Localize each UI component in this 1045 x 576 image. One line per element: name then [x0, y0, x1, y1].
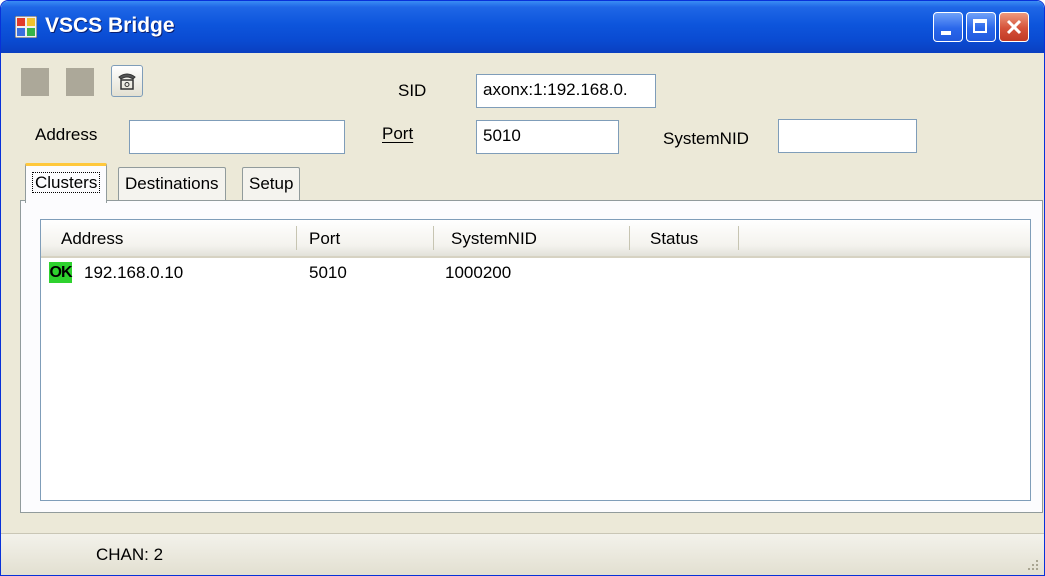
tab-clusters-label: Clusters	[32, 172, 101, 193]
column-divider[interactable]	[629, 226, 630, 250]
clusters-tab-panel: Address Port SystemNID Status OK 192.168…	[20, 200, 1043, 513]
cell-systemnid: 1000200	[445, 263, 512, 282]
port-label: Port	[382, 124, 414, 143]
sid-label: SID	[398, 81, 427, 100]
tab-setup-label: Setup	[249, 174, 294, 193]
column-divider[interactable]	[296, 226, 297, 250]
phone-icon	[118, 73, 136, 90]
tab-setup[interactable]: Setup	[242, 167, 301, 201]
status-badge: OK	[49, 262, 73, 283]
status-bar: CHAN: 2	[1, 533, 1044, 575]
tab-clusters[interactable]: Clusters	[25, 163, 108, 203]
minimize-icon	[941, 31, 951, 35]
clusters-list[interactable]: Address Port SystemNID Status OK 192.168…	[40, 219, 1031, 501]
channel-status: CHAN: 2	[96, 545, 164, 564]
port-field[interactable]: 5010	[476, 120, 619, 154]
address-label: Address	[35, 125, 98, 144]
list-header: Address Port SystemNID Status	[41, 220, 1030, 258]
toolbar-indicator-1[interactable]	[21, 68, 49, 96]
app-window-icon	[15, 16, 37, 38]
minimize-button[interactable]	[933, 12, 963, 42]
column-divider[interactable]	[738, 226, 739, 250]
maximize-button[interactable]	[966, 12, 996, 42]
maximize-icon	[973, 19, 987, 33]
cell-port: 5010	[309, 263, 347, 282]
close-icon	[1006, 19, 1022, 35]
sid-field[interactable]: axonx:1:192.168.0.	[476, 74, 656, 108]
column-header-status[interactable]: Status	[650, 229, 698, 249]
title-bar[interactable]: VSCS Bridge	[1, 1, 1044, 53]
systemnid-label: SystemNID	[663, 129, 749, 148]
column-header-address[interactable]: Address	[61, 229, 123, 249]
phone-button[interactable]	[111, 65, 143, 97]
column-header-systemnid[interactable]: SystemNID	[451, 229, 537, 249]
toolbar-indicator-2[interactable]	[66, 68, 94, 96]
resize-grip-icon[interactable]	[1026, 558, 1040, 572]
column-divider[interactable]	[433, 226, 434, 250]
column-header-port[interactable]: Port	[309, 229, 340, 249]
window-title: VSCS Bridge	[45, 14, 175, 37]
tab-destinations[interactable]: Destinations	[118, 167, 226, 201]
cell-address: 192.168.0.10	[84, 263, 184, 282]
address-field[interactable]	[129, 120, 345, 154]
close-button[interactable]	[999, 12, 1029, 42]
systemnid-field[interactable]	[778, 119, 917, 153]
tab-destinations-label: Destinations	[125, 174, 219, 193]
app-window: VSCS Bridge SID axonx:1:192.168.0. Addre…	[0, 0, 1045, 576]
